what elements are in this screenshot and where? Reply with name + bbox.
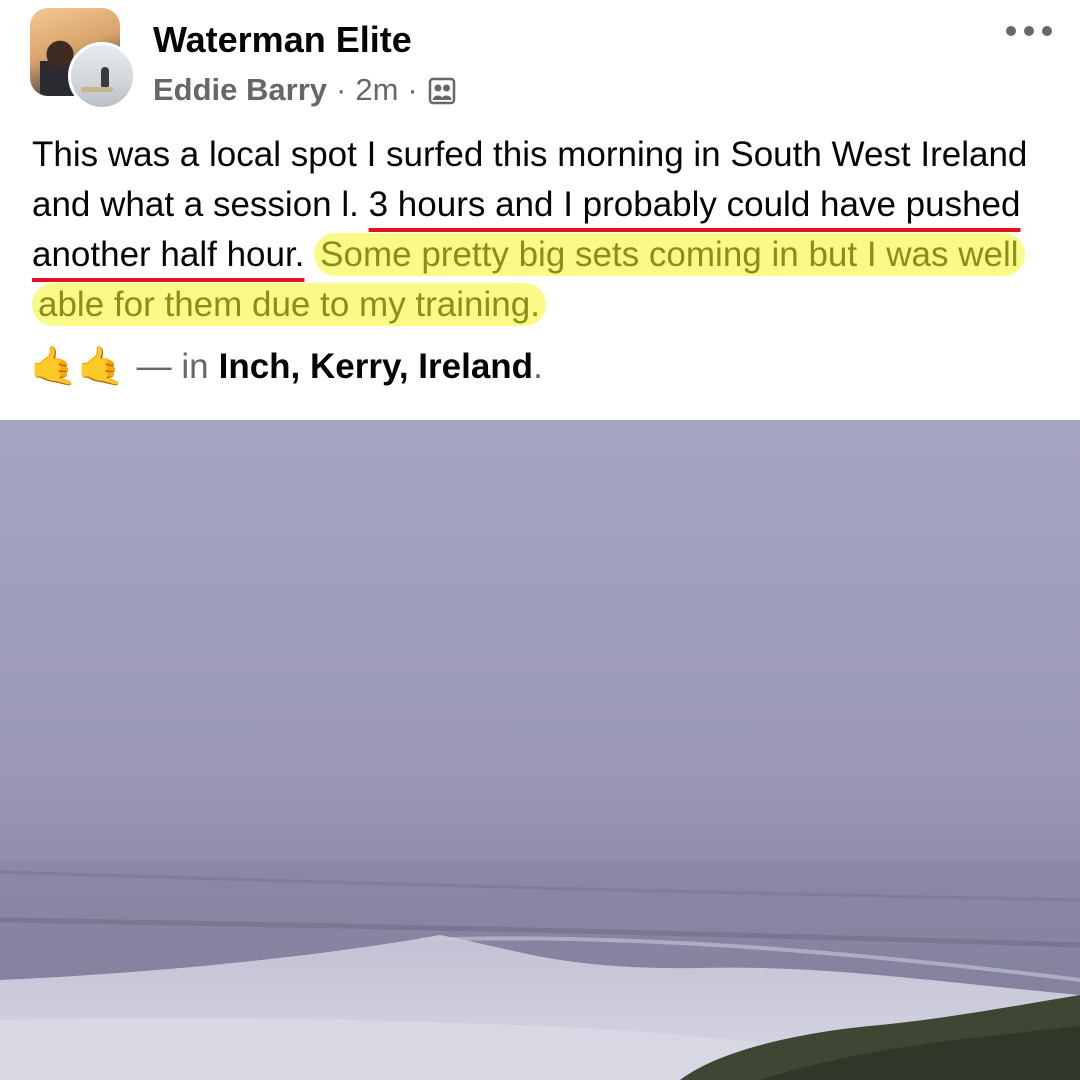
more-dot xyxy=(1024,26,1034,36)
more-options-button[interactable] xyxy=(1006,14,1052,48)
location-line: 🤙🤙 — in Inch, Kerry, Ireland . xyxy=(30,342,543,392)
avatar-stack[interactable] xyxy=(30,8,136,110)
group-members-icon[interactable] xyxy=(427,76,457,106)
surf-photo xyxy=(0,420,1080,1080)
location-prefix: — in xyxy=(136,347,209,386)
meta-separator: · xyxy=(336,72,347,107)
location-link[interactable]: Inch, Kerry, Ireland xyxy=(219,347,533,387)
facebook-post: Waterman Elite Eddie Barry · 2m · This w… xyxy=(0,0,1080,1080)
author-name-link[interactable]: Eddie Barry xyxy=(153,70,327,110)
post-photo[interactable] xyxy=(0,420,1080,1080)
group-name-link[interactable]: Waterman Elite xyxy=(153,18,412,62)
more-dot xyxy=(1042,26,1052,36)
shaka-emoji: 🤙🤙 xyxy=(30,346,125,388)
author-avatar[interactable] xyxy=(68,42,136,110)
post-timestamp[interactable]: 2m xyxy=(355,70,398,110)
post-body-text: This was a local spot I surfed this morn… xyxy=(32,130,1052,330)
location-suffix: . xyxy=(533,347,543,386)
post-meta: Eddie Barry · 2m · xyxy=(153,70,457,110)
more-horizontal-icon xyxy=(1006,26,1016,36)
meta-separator-2: · xyxy=(407,72,418,107)
